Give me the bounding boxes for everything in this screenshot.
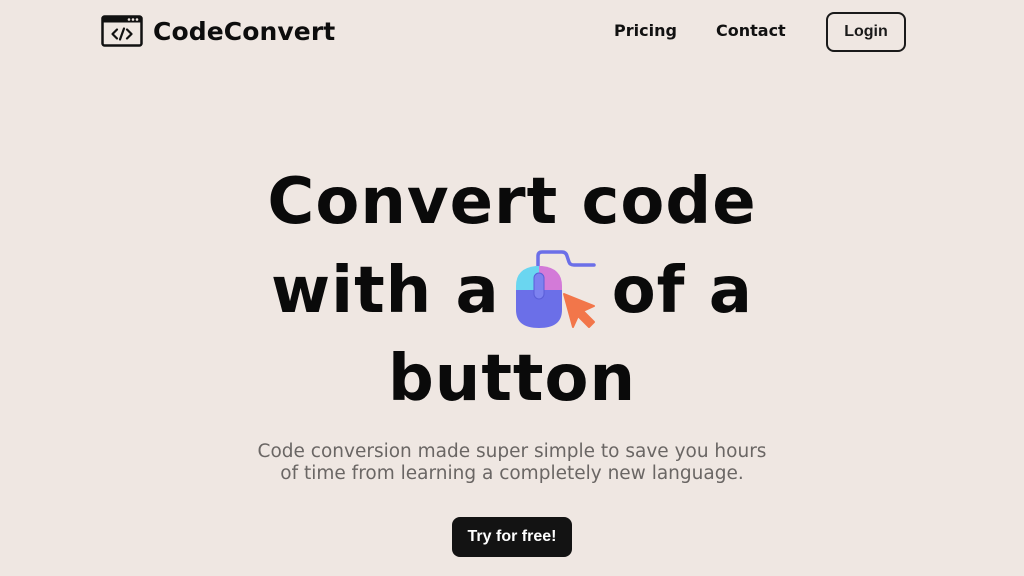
hero-subtitle: Code conversion made super simple to sav… bbox=[0, 441, 1024, 485]
hero-subtitle-line-2: of time from learning a completely new l… bbox=[280, 463, 744, 484]
nav-pricing-link[interactable]: Pricing bbox=[614, 20, 677, 42]
code-window-icon bbox=[101, 15, 143, 47]
hero-subtitle-line-1: Code conversion made super simple to sav… bbox=[257, 441, 767, 462]
login-button[interactable]: Login bbox=[826, 12, 906, 52]
nav-contact-link[interactable]: Contact bbox=[716, 20, 786, 42]
hero-title-line-1: Convert code bbox=[267, 165, 757, 239]
hero-title-with-a: with a bbox=[271, 254, 500, 328]
hero-title-line-2: with a of a bbox=[0, 246, 1024, 335]
hero-title-line-3: button bbox=[387, 342, 637, 416]
site-header: CodeConvert Pricing Contact Login bbox=[0, 0, 1024, 64]
brand-logo[interactable]: CodeConvert bbox=[101, 14, 335, 48]
hero-title: Convert code with a of a button bbox=[0, 158, 1024, 423]
hero-title-of-a: of a bbox=[611, 254, 753, 328]
computer-mouse-click-icon bbox=[515, 250, 596, 328]
try-for-free-button[interactable]: Try for free! bbox=[452, 517, 572, 557]
brand-name: CodeConvert bbox=[153, 16, 336, 46]
